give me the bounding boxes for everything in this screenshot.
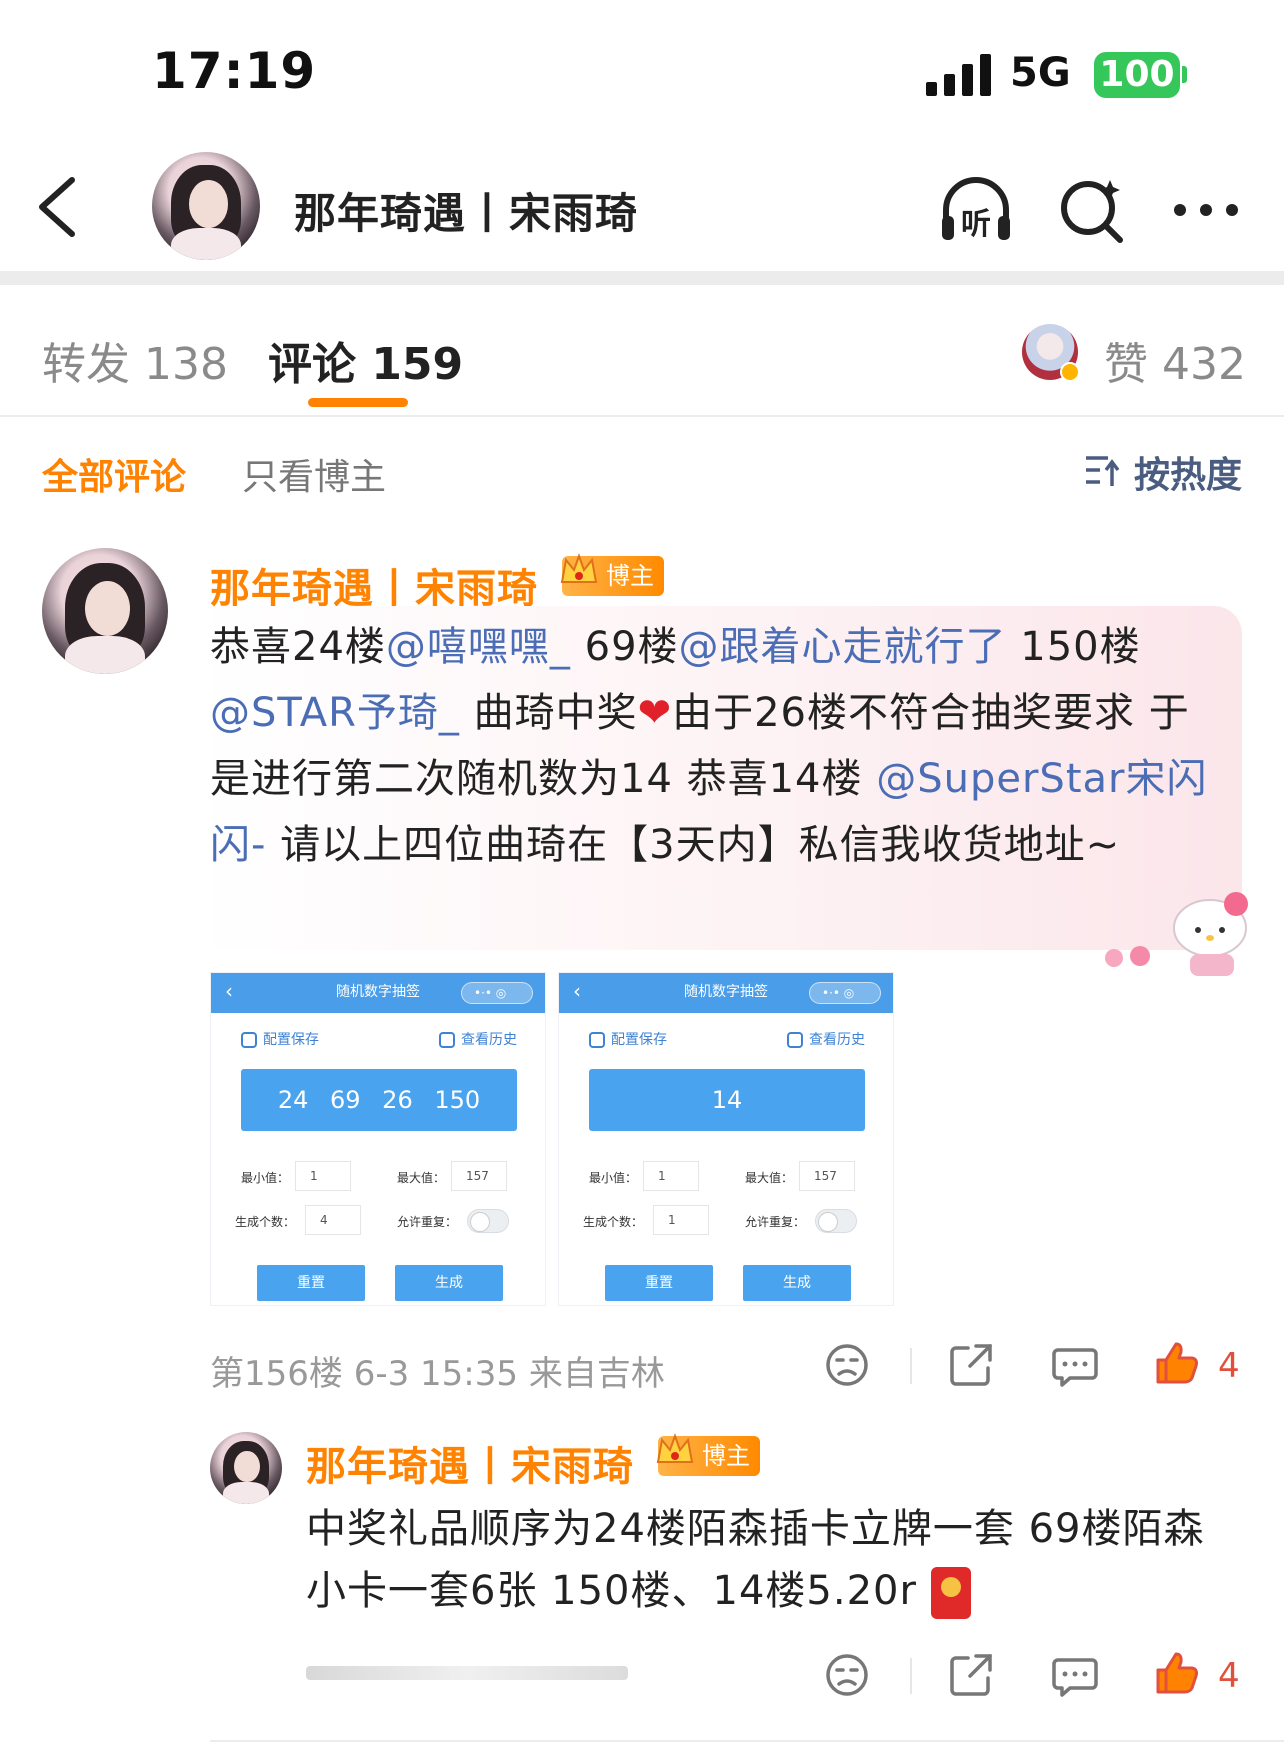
author-badge: 博主 — [656, 1433, 760, 1476]
generate-button: 生成 — [743, 1265, 851, 1301]
mention-link[interactable]: @STAR予琦_ — [210, 690, 460, 736]
heart-emoji: ❤ — [637, 690, 673, 736]
network-label: 5G — [1010, 50, 1071, 96]
max-input: 157 — [451, 1161, 507, 1191]
share-icon[interactable] — [946, 1650, 996, 1700]
mention-link[interactable]: @跟着心走就行了 — [679, 624, 1007, 670]
comment-image[interactable]: ‹ 随机数字抽签 •·• ◎ 配置保存 查看历史 14 最小值： 1 最大值： … — [558, 972, 894, 1306]
view-history-link: 查看历史 — [439, 1029, 517, 1049]
emoji-reaction-icon[interactable] — [822, 1340, 872, 1390]
comment-image[interactable]: ‹ 随机数字抽签 •·• ◎ 配置保存 查看历史 24 69 26 150 最小… — [210, 972, 546, 1306]
count-label: 生成个数： — [235, 1215, 296, 1229]
tab-likes[interactable]: 赞 432 — [1104, 328, 1246, 392]
header-divider — [0, 271, 1284, 285]
share-icon[interactable] — [946, 1340, 996, 1390]
sort-by-hot[interactable]: 按热度 — [1134, 446, 1242, 498]
repeat-label: 允许重复： — [397, 1215, 458, 1229]
reply-text: 中奖礼品顺序为24楼陌森插卡立牌一套 69楼陌森小卡一套6张 150楼、14楼5… — [306, 1498, 1226, 1622]
action-separator — [910, 1658, 912, 1694]
header-title[interactable]: 那年琦遇丨宋雨琦 — [294, 180, 638, 241]
reset-button: 重置 — [605, 1265, 713, 1301]
reply-icon[interactable] — [1050, 1340, 1100, 1390]
reply-like-count: 4 — [1218, 1656, 1240, 1696]
status-time: 17:19 — [152, 42, 317, 100]
more-icon: •·• ◎ — [809, 982, 881, 1004]
filter-author-only[interactable]: 只看博主 — [242, 448, 386, 500]
emoji-reaction-icon[interactable] — [822, 1650, 872, 1700]
author-badge-label: 博主 — [702, 1442, 750, 1470]
random-result: 14 — [589, 1069, 865, 1131]
repeat-toggle — [815, 1209, 857, 1233]
search-icon[interactable] — [1054, 170, 1134, 250]
thumbs-up-icon[interactable] — [1152, 1338, 1202, 1388]
reply-username[interactable]: 那年琦遇丨宋雨琦 — [306, 1434, 634, 1492]
action-separator — [910, 1348, 912, 1384]
image-topbar: ‹ 随机数字抽签 •·• ◎ — [211, 973, 545, 1013]
tab-comments[interactable]: 评论 159 — [268, 328, 463, 392]
battery-tip — [1182, 66, 1187, 83]
crown-icon — [656, 1433, 694, 1463]
count-input: 4 — [305, 1205, 361, 1235]
tab-reposts[interactable]: 转发 138 — [42, 328, 228, 392]
reset-button: 重置 — [257, 1265, 365, 1301]
min-label: 最小值： — [241, 1171, 290, 1185]
liker-avatar[interactable] — [1022, 324, 1080, 382]
view-history-link: 查看历史 — [787, 1029, 865, 1049]
max-input: 157 — [799, 1161, 855, 1191]
mention-link[interactable]: @嘻嘿嘿_ — [386, 624, 571, 670]
min-input: 1 — [643, 1161, 699, 1191]
comment-avatar[interactable] — [42, 548, 168, 674]
back-icon[interactable] — [30, 172, 90, 242]
filter-all-comments[interactable]: 全部评论 — [42, 448, 186, 500]
sort-icon[interactable] — [1084, 452, 1122, 490]
bottom-divider — [210, 1740, 1284, 1742]
blurred-text — [306, 1666, 628, 1680]
image-topbar: ‹ 随机数字抽签 •·• ◎ — [559, 973, 893, 1013]
repeat-toggle — [467, 1209, 509, 1233]
more-icon: •·• ◎ — [461, 982, 533, 1004]
listen-icon[interactable]: 听 — [936, 170, 1016, 250]
repeat-label: 允许重复： — [745, 1215, 806, 1229]
max-label: 最大值： — [745, 1171, 794, 1185]
max-label: 最大值： — [397, 1171, 446, 1185]
reply-icon[interactable] — [1050, 1650, 1100, 1700]
comment-text: 恭喜24楼@嘻嘿嘿_ 69楼@跟着心走就行了 150楼@STAR予琦_ 曲琦中奖… — [210, 624, 1208, 868]
author-badge-label: 博主 — [606, 562, 654, 590]
min-input: 1 — [295, 1161, 351, 1191]
crown-icon — [560, 553, 598, 583]
config-save-link: 配置保存 — [589, 1029, 667, 1049]
count-label: 生成个数： — [583, 1215, 644, 1229]
header-avatar[interactable] — [152, 152, 260, 260]
tabs-divider — [0, 415, 1284, 417]
random-result: 24 69 26 150 — [241, 1069, 517, 1131]
hello-kitty-sticker-icon — [1105, 892, 1248, 976]
reply-avatar[interactable] — [210, 1432, 282, 1504]
generate-button: 生成 — [395, 1265, 503, 1301]
comment-like-count: 4 — [1218, 1346, 1240, 1386]
listen-icon-label: 听 — [961, 207, 991, 242]
thumbs-up-icon[interactable] — [1152, 1648, 1202, 1698]
config-save-link: 配置保存 — [241, 1029, 319, 1049]
count-input: 1 — [653, 1205, 709, 1235]
signal-icon — [926, 54, 992, 96]
battery-indicator: 100 — [1094, 52, 1180, 98]
comment-meta: 第156楼 6-3 15:35 来自吉林 — [210, 1354, 665, 1394]
author-badge: 博主 — [560, 553, 664, 596]
min-label: 最小值： — [589, 1171, 638, 1185]
red-packet-icon — [930, 1567, 971, 1619]
more-icon[interactable] — [1166, 170, 1246, 250]
tab-active-indicator — [308, 398, 408, 407]
